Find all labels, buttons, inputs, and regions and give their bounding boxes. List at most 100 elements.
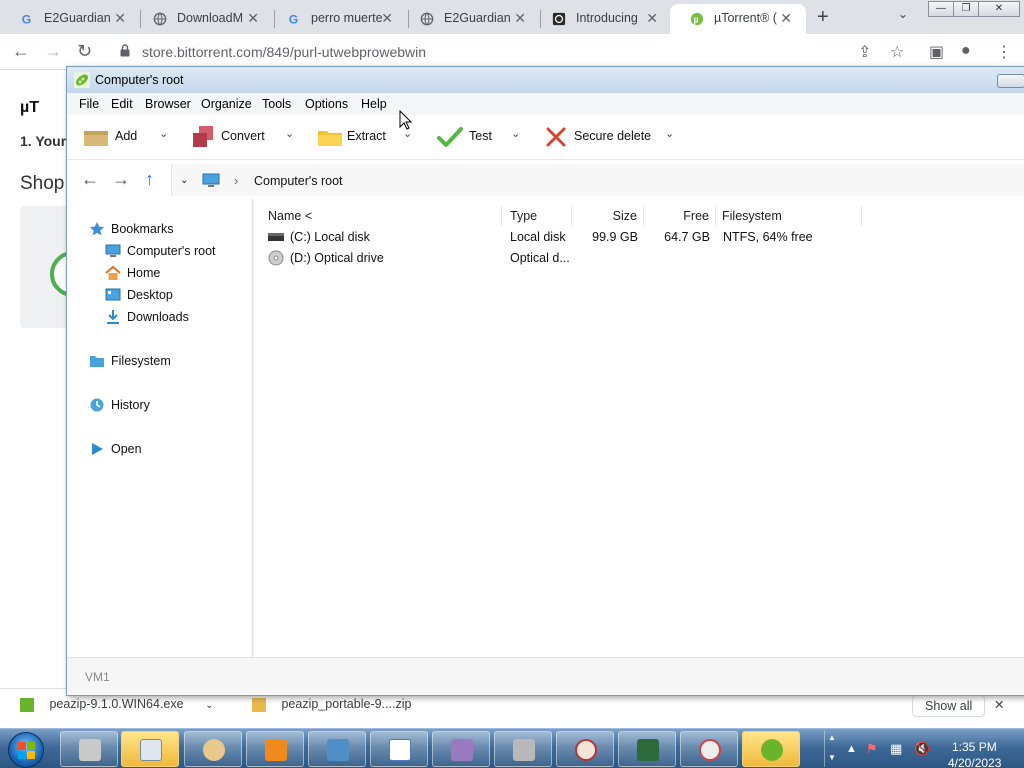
history-dropdown-chevron-icon[interactable]: ⌄ bbox=[180, 175, 188, 186]
download-item-2[interactable]: peazip_portable-9....zip bbox=[252, 697, 411, 712]
sidebar-label: History bbox=[111, 398, 150, 412]
taskbar-scroll[interactable]: ▲ ▼ bbox=[824, 731, 838, 767]
test-button[interactable]: Test ⌄ bbox=[437, 125, 527, 149]
box-icon bbox=[84, 131, 108, 146]
back-arrow-icon[interactable]: ← bbox=[12, 41, 30, 62]
convert-dropdown-chevron-icon[interactable]: ⌄ bbox=[285, 127, 294, 140]
add-dropdown-chevron-icon[interactable]: ⌄ bbox=[159, 127, 168, 140]
tab-close-icon[interactable]: ✕ bbox=[381, 10, 393, 27]
download-item-1[interactable]: peazip-9.1.0.WIN64.exe ⌄ bbox=[20, 697, 213, 712]
forward-arrow-icon[interactable]: → bbox=[112, 169, 130, 190]
forward-arrow-icon[interactable]: → bbox=[44, 41, 62, 62]
sidebar-label: Computer's root bbox=[127, 244, 216, 258]
column-header-size[interactable]: Size bbox=[572, 206, 644, 226]
scroll-down-icon[interactable]: ▼ bbox=[828, 753, 836, 762]
browser-minimize-button[interactable]: — bbox=[928, 1, 954, 17]
bookmark-star-icon[interactable]: ☆ bbox=[890, 42, 904, 62]
tab-close-icon[interactable]: ✕ bbox=[247, 10, 259, 27]
convert-icon bbox=[193, 126, 213, 147]
tab-search-chevron-icon[interactable]: ⌄ bbox=[898, 7, 908, 21]
column-header-free[interactable]: Free bbox=[644, 206, 716, 226]
convert-button[interactable]: Convert ⌄ bbox=[191, 125, 301, 149]
browser-restore-button[interactable]: ❐ bbox=[953, 1, 979, 17]
column-header-name[interactable]: Name < bbox=[260, 206, 502, 226]
reload-icon[interactable]: ↻ bbox=[77, 41, 92, 62]
clock-date[interactable]: 4/20/2023 bbox=[948, 756, 1001, 768]
menu-file[interactable]: File bbox=[79, 97, 99, 111]
menu-organize[interactable]: Organize bbox=[201, 97, 252, 111]
clock-icon bbox=[575, 739, 597, 761]
wordpad-icon bbox=[389, 739, 411, 761]
volume-muted-icon[interactable]: 🔇 bbox=[914, 741, 930, 757]
browser-menu-icon[interactable]: ⋮ bbox=[996, 42, 1012, 62]
peazip-minimize-button[interactable] bbox=[997, 74, 1024, 88]
mouse-cursor-icon bbox=[399, 110, 413, 130]
menu-tools[interactable]: Tools bbox=[262, 97, 291, 111]
row-type: Optical d... bbox=[510, 251, 570, 265]
taskbar-speedometer[interactable] bbox=[680, 731, 738, 767]
share-icon[interactable]: ⇪ bbox=[858, 42, 871, 62]
test-dropdown-chevron-icon[interactable]: ⌄ bbox=[511, 127, 520, 140]
taskbar-media-player[interactable] bbox=[246, 731, 304, 767]
svg-text:G: G bbox=[22, 12, 32, 26]
download-chevron-icon[interactable]: ⌄ bbox=[205, 700, 213, 711]
peazip-title-bar[interactable]: Computer's root bbox=[67, 67, 1024, 93]
clock-time[interactable]: 1:35 PM bbox=[952, 740, 997, 754]
back-arrow-icon[interactable]: ← bbox=[81, 169, 99, 190]
secure-delete-button[interactable]: Secure delete ⌄ bbox=[545, 125, 685, 149]
browser-tabstrip: G E2Guardian ✕ DownloadM ✕ G perro muert… bbox=[0, 0, 1024, 34]
column-header-type[interactable]: Type bbox=[502, 206, 572, 226]
scroll-up-icon[interactable]: ▲ bbox=[828, 733, 836, 742]
tab-title: Introducing bbox=[576, 11, 638, 25]
table-row[interactable]: (D:) Optical drive Optical d... bbox=[254, 247, 1024, 268]
downloads-show-all-button[interactable]: Show all bbox=[912, 695, 986, 717]
windows-logo-icon bbox=[18, 742, 35, 759]
up-arrow-icon[interactable]: ↑ bbox=[145, 169, 154, 190]
browser-tab-2[interactable]: DownloadM ✕ bbox=[133, 4, 273, 34]
main-toolbar: Add ⌄ Convert ⌄ Extract ⌄ Test ⌄ Secure … bbox=[67, 115, 1024, 159]
tab-close-icon[interactable]: ✕ bbox=[114, 10, 126, 27]
add-button[interactable]: Add ⌄ bbox=[83, 125, 173, 149]
column-header-filesystem[interactable]: Filesystem bbox=[716, 206, 862, 226]
address-path-box[interactable]: ⌄ › Computer's root bbox=[171, 164, 1024, 196]
show-hidden-icons-icon[interactable]: ▲ bbox=[846, 743, 857, 755]
tab-close-icon[interactable]: ✕ bbox=[646, 10, 658, 27]
new-tab-button[interactable]: + bbox=[817, 6, 829, 29]
profile-avatar-icon[interactable]: ● bbox=[961, 42, 971, 60]
table-row[interactable]: (C:) Local disk Local disk 99.9 GB 64.7 … bbox=[254, 226, 1024, 247]
side-panel-icon[interactable]: ▣ bbox=[929, 42, 944, 62]
tab-close-icon[interactable]: ✕ bbox=[780, 10, 792, 27]
action-center-icon[interactable]: ⚑ bbox=[866, 741, 878, 757]
row-name: (C:) Local disk bbox=[290, 230, 370, 244]
taskbar-scanner[interactable] bbox=[60, 731, 118, 767]
menu-help[interactable]: Help bbox=[361, 97, 387, 111]
taskbar-paint[interactable] bbox=[184, 731, 242, 767]
home-icon bbox=[105, 265, 121, 280]
menu-browser[interactable]: Browser bbox=[145, 97, 191, 111]
taskbar-peazip[interactable] bbox=[742, 731, 800, 767]
browser-tab-5[interactable]: Introducing ✕ bbox=[532, 4, 672, 34]
downloads-close-icon[interactable]: ✕ bbox=[994, 697, 1004, 712]
disk-drive-icon bbox=[268, 233, 284, 241]
sidebar-label: Home bbox=[127, 266, 161, 280]
browser-tab-active[interactable]: µ µTorrent® ( ✕ bbox=[670, 4, 806, 34]
taskbar-clock-app[interactable] bbox=[556, 731, 614, 767]
browser-tab-4[interactable]: E2Guardian ✕ bbox=[400, 4, 540, 34]
taskbar-photo-viewer[interactable] bbox=[308, 731, 366, 767]
secure-delete-dropdown-chevron-icon[interactable]: ⌄ bbox=[665, 127, 674, 140]
menu-edit[interactable]: Edit bbox=[111, 97, 133, 111]
address-bar[interactable]: store.bittorrent.com/849/purl-utwebprowe… bbox=[110, 38, 850, 66]
browser-tab-3[interactable]: G perro muerte ✕ bbox=[267, 4, 407, 34]
tab-close-icon[interactable]: ✕ bbox=[514, 10, 526, 27]
breadcrumb-current[interactable]: Computer's root bbox=[254, 174, 343, 188]
menu-options[interactable]: Options bbox=[305, 97, 348, 111]
taskbar-archive[interactable] bbox=[432, 731, 490, 767]
taskbar-monitor[interactable] bbox=[618, 731, 676, 767]
network-icon[interactable]: ▦ bbox=[890, 741, 902, 757]
taskbar-calculator[interactable] bbox=[121, 731, 179, 767]
start-button[interactable] bbox=[8, 732, 44, 768]
taskbar-server-lock[interactable] bbox=[494, 731, 552, 767]
browser-close-button[interactable]: ✕ bbox=[978, 1, 1020, 17]
browser-tab-1[interactable]: G E2Guardian ✕ bbox=[0, 4, 140, 34]
taskbar-wordpad[interactable] bbox=[370, 731, 428, 767]
